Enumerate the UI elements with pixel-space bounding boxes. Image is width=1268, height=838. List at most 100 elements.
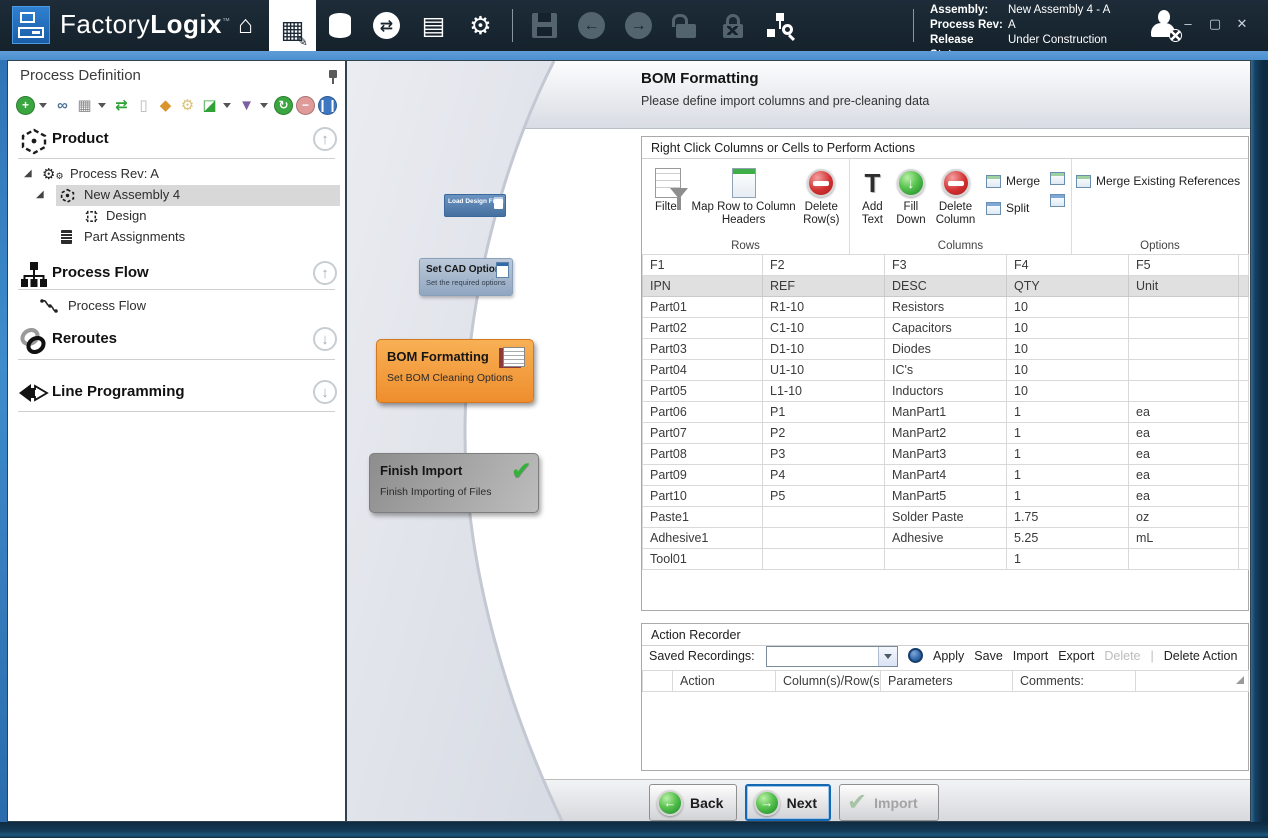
record-icon[interactable] bbox=[908, 648, 923, 663]
table-cell[interactable]: 10 bbox=[1007, 297, 1129, 318]
recorder-column-header[interactable] bbox=[1136, 671, 1249, 692]
collapse-down-icon[interactable]: ↓ bbox=[313, 327, 337, 351]
delete-icon[interactable]: ▼ bbox=[237, 96, 256, 115]
maximize-button[interactable]: ▢ bbox=[1207, 16, 1223, 32]
dropdown-caret-icon[interactable] bbox=[98, 103, 106, 108]
table-cell[interactable]: 5.25 bbox=[1007, 528, 1129, 549]
table-cell[interactable] bbox=[1239, 549, 1249, 570]
tree-item-part-assignments[interactable]: Part Assignments bbox=[8, 227, 345, 248]
table-cell[interactable] bbox=[1129, 360, 1239, 381]
table-cell[interactable]: ea bbox=[1129, 444, 1239, 465]
table-cell[interactable]: Part06 bbox=[643, 402, 763, 423]
section-product[interactable]: Product ↑ bbox=[8, 123, 345, 157]
table-row[interactable]: Part02C1-10Capacitors10 bbox=[643, 318, 1249, 339]
table-cell[interactable]: ea bbox=[1129, 465, 1239, 486]
table-cell[interactable] bbox=[1239, 381, 1249, 402]
expander-icon[interactable]: ◢ bbox=[24, 168, 32, 179]
table-cell[interactable]: Part03 bbox=[643, 339, 763, 360]
table-row[interactable]: Paste1Solder Paste1.75oz bbox=[643, 507, 1249, 528]
pin-icon[interactable] bbox=[327, 70, 339, 84]
table-cell[interactable]: Adhesive bbox=[885, 528, 1007, 549]
table-row[interactable]: Part06P1ManPart11ea bbox=[643, 402, 1249, 423]
save-button[interactable]: Save bbox=[974, 649, 1003, 663]
materials-database-icon[interactable] bbox=[316, 0, 363, 51]
table-cell[interactable]: 1 bbox=[1007, 444, 1129, 465]
table-cell[interactable]: 1 bbox=[1007, 465, 1129, 486]
table-cell[interactable]: Part05 bbox=[643, 381, 763, 402]
bom-mapping-row[interactable]: IPNREFDESCQTYUnit bbox=[643, 276, 1249, 297]
dropdown-caret-icon[interactable] bbox=[260, 103, 268, 108]
table-cell[interactable]: oz bbox=[1129, 507, 1239, 528]
table-cell[interactable]: Part09 bbox=[643, 465, 763, 486]
table-cell[interactable]: R1-10 bbox=[763, 297, 885, 318]
table-cell[interactable]: Paste1 bbox=[643, 507, 763, 528]
step-finish-import[interactable]: Finish Import Finish Importing of Files … bbox=[369, 453, 539, 513]
delete-rows-button[interactable]: Delete Row(s) bbox=[799, 165, 844, 227]
filter-button[interactable]: Filter bbox=[647, 165, 689, 214]
table-cell[interactable]: REF bbox=[763, 276, 885, 297]
column-tool2-icon[interactable] bbox=[1050, 194, 1065, 207]
gear-icon[interactable]: ⚙ bbox=[178, 96, 197, 115]
dropdown-caret-icon[interactable] bbox=[39, 103, 47, 108]
next-button[interactable]: → Next bbox=[745, 784, 831, 821]
recorder-column-header[interactable] bbox=[643, 671, 673, 692]
table-cell[interactable]: D1-10 bbox=[763, 339, 885, 360]
export-button[interactable]: Export bbox=[1058, 649, 1094, 663]
table-cell[interactable]: ea bbox=[1129, 423, 1239, 444]
table-cell[interactable] bbox=[1239, 339, 1249, 360]
split-button[interactable]: Split bbox=[986, 198, 1040, 218]
table-cell[interactable]: P2 bbox=[763, 423, 885, 444]
back-button[interactable]: ← Back bbox=[649, 784, 737, 821]
table-cell[interactable]: ManPart1 bbox=[885, 402, 1007, 423]
table-cell[interactable] bbox=[1239, 486, 1249, 507]
table-cell[interactable]: Inductors bbox=[885, 381, 1007, 402]
collapse-down-icon[interactable]: ↓ bbox=[313, 380, 337, 404]
merge-button[interactable]: Merge bbox=[986, 171, 1040, 191]
table-cell[interactable]: ea bbox=[1129, 402, 1239, 423]
close-button[interactable]: ✕ bbox=[1234, 16, 1250, 32]
table-cell[interactable] bbox=[1239, 402, 1249, 423]
table-row[interactable]: Part10P5ManPart51ea bbox=[643, 486, 1249, 507]
step-bom-formatting-current[interactable]: BOM Formatting Set BOM Cleaning Options bbox=[376, 339, 534, 403]
column-tool-icon[interactable] bbox=[1050, 172, 1065, 185]
table-cell[interactable]: IPN bbox=[643, 276, 763, 297]
table-cell[interactable]: L1-10 bbox=[763, 381, 885, 402]
table-cell[interactable]: 10 bbox=[1007, 318, 1129, 339]
tree-item-new-assembly[interactable]: ◢ New Assembly 4 bbox=[8, 185, 345, 206]
table-row[interactable]: Adhesive1Adhesive5.25mL bbox=[643, 528, 1249, 549]
table-cell[interactable]: 1 bbox=[1007, 549, 1129, 570]
table-cell[interactable] bbox=[763, 507, 885, 528]
presentation-icon[interactable]: ▯ bbox=[134, 96, 153, 115]
table-row[interactable]: Part09P4ManPart41ea bbox=[643, 465, 1249, 486]
table-cell[interactable]: 10 bbox=[1007, 381, 1129, 402]
table-cell[interactable]: Solder Paste bbox=[885, 507, 1007, 528]
table-cell[interactable] bbox=[763, 549, 885, 570]
import-button[interactable]: Import bbox=[1013, 649, 1048, 663]
table-cell[interactable]: QTY bbox=[1007, 276, 1129, 297]
map-row-to-column-headers-button[interactable]: Map Row to Column Headers bbox=[691, 165, 797, 227]
table-cell[interactable]: 1 bbox=[1007, 423, 1129, 444]
delete-column-button[interactable]: Delete Column bbox=[932, 165, 979, 227]
table-cell[interactable] bbox=[1129, 318, 1239, 339]
table-cell[interactable] bbox=[1129, 339, 1239, 360]
table-cell[interactable]: Adhesive1 bbox=[643, 528, 763, 549]
delete-action-button[interactable]: Delete Action bbox=[1164, 649, 1238, 663]
table-cell[interactable]: 1 bbox=[1007, 486, 1129, 507]
table-cell[interactable] bbox=[1239, 465, 1249, 486]
table-cell[interactable]: ManPart5 bbox=[885, 486, 1007, 507]
table-cell[interactable] bbox=[1239, 528, 1249, 549]
table-cell[interactable]: Part04 bbox=[643, 360, 763, 381]
add-icon[interactable]: + bbox=[16, 96, 35, 115]
recorder-column-header[interactable]: Parameters bbox=[881, 671, 1013, 692]
table-cell[interactable]: C1-10 bbox=[763, 318, 885, 339]
recorder-column-header[interactable]: Action bbox=[673, 671, 776, 692]
shuffle-icon[interactable]: ⇄ bbox=[112, 96, 131, 115]
table-cell[interactable]: P4 bbox=[763, 465, 885, 486]
table-cell[interactable] bbox=[1239, 444, 1249, 465]
table-cell[interactable]: 10 bbox=[1007, 360, 1129, 381]
table-cell[interactable]: P1 bbox=[763, 402, 885, 423]
table-cell[interactable]: Resistors bbox=[885, 297, 1007, 318]
bom-column-header[interactable]: F2 bbox=[763, 255, 885, 276]
collapse-up-icon[interactable]: ↑ bbox=[313, 261, 337, 285]
recorder-column-header[interactable]: Comments: bbox=[1013, 671, 1136, 692]
